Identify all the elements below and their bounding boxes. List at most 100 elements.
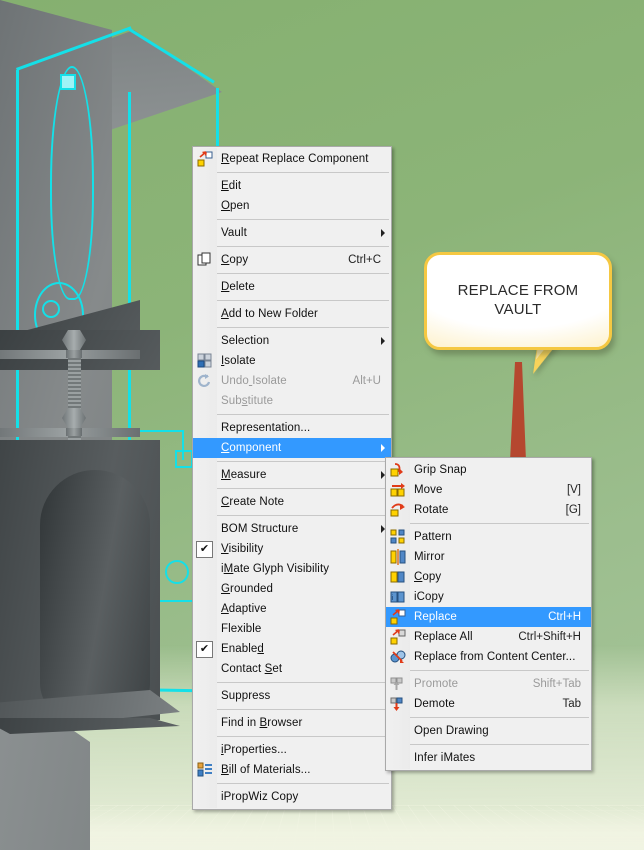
ctx-item-component[interactable]: Component	[193, 438, 391, 458]
context-menu-items: Repeat Replace Component Edit Open Vault Cop…	[193, 149, 391, 807]
ctx-label-iproperties: iProperties...	[221, 744, 287, 756]
sub-item-infer-imates[interactable]: Infer iMates	[386, 748, 591, 768]
isolate-icon	[197, 353, 213, 369]
bolt-nut-1	[66, 350, 82, 358]
sub-label-move: Move	[414, 484, 443, 496]
ctx-label-suppress: Suppress	[221, 690, 271, 702]
menu-separator	[195, 273, 389, 274]
copy-icon	[197, 252, 213, 268]
sub-item-rotate[interactable]: Rotate [G]	[386, 500, 591, 520]
replace-icon	[197, 151, 213, 167]
sub-item-open-drawing[interactable]: Open Drawing	[386, 721, 591, 741]
component-submenu[interactable]: Grip Snap Move [V] Rotate [G] Pattern Mirror Co…	[385, 457, 592, 771]
sub-accel-replace: Ctrl+H	[548, 611, 581, 623]
sub-item-replace-all[interactable]: Replace All Ctrl+Shift+H	[386, 627, 591, 647]
checkbox-enabled[interactable]: ✔	[196, 641, 213, 658]
ctx-item-delete[interactable]: Delete	[193, 277, 391, 297]
undo-isolate-icon	[197, 373, 213, 389]
sub-label-replace-from-content-center: Replace from Content Center...	[414, 651, 576, 663]
ctx-item-repeat-replace-component[interactable]: Repeat Replace Component	[193, 149, 391, 169]
ctx-item-add-to-new-folder[interactable]: Add to New Folder	[193, 304, 391, 324]
ctx-item-ipropwiz-copy[interactable]: iPropWiz Copy	[193, 787, 391, 807]
ctx-label-add-to-new-folder: Add to New Folder	[221, 308, 318, 320]
ctx-label-component: Component	[221, 442, 282, 454]
menu-separator	[195, 246, 389, 247]
ctx-label-adaptive: Adaptive	[221, 603, 267, 615]
checkbox-visibility[interactable]: ✔	[196, 541, 213, 558]
sub-label-promote: Promote	[414, 678, 459, 690]
ctx-item-measure[interactable]: Measure	[193, 465, 391, 485]
sub-label-icopy: iCopy	[414, 591, 444, 603]
context-menu[interactable]: Repeat Replace Component Edit Open Vault Cop…	[192, 146, 392, 810]
sub-item-grip-snap[interactable]: Grip Snap	[386, 460, 591, 480]
menu-separator	[388, 523, 589, 524]
move-icon	[390, 482, 406, 498]
ctx-label-flexible: Flexible	[221, 623, 262, 635]
ctx-item-adaptive[interactable]: Adaptive	[193, 599, 391, 619]
ctx-item-grounded[interactable]: Grounded	[193, 579, 391, 599]
sub-accel-promote: Shift+Tab	[532, 678, 581, 690]
ctx-accel-undo-isolate: Alt+U	[352, 375, 381, 387]
ctx-item-bom-structure[interactable]: BOM Structure	[193, 519, 391, 539]
callout-line-2: VAULT	[494, 301, 542, 318]
ctx-label-measure: Measure	[221, 469, 267, 481]
menu-separator	[195, 300, 389, 301]
menu-separator	[195, 414, 389, 415]
menu-separator	[195, 736, 389, 737]
sub-item-mirror[interactable]: Mirror	[386, 547, 591, 567]
sub-label-replace: Replace	[414, 611, 457, 623]
sub-item-move[interactable]: Move [V]	[386, 480, 591, 500]
sub-item-icopy[interactable]: i iCopy	[386, 587, 591, 607]
ctx-item-imate-glyph-visibility[interactable]: iMate Glyph Visibility	[193, 559, 391, 579]
sub-label-demote: Demote	[414, 698, 455, 710]
ctx-item-bill-of-materials[interactable]: Bill of Materials...	[193, 760, 391, 780]
replace-icon	[390, 609, 406, 625]
wire-circle-2	[165, 560, 189, 584]
ctx-item-open[interactable]: Open	[193, 196, 391, 216]
ctx-item-selection[interactable]: Selection	[193, 331, 391, 351]
menu-separator	[195, 488, 389, 489]
chevron-right-icon	[381, 229, 385, 237]
ctx-label-ipropwiz-copy: iPropWiz Copy	[221, 791, 299, 803]
promote-icon	[390, 676, 406, 692]
wire-fitting	[60, 74, 76, 90]
ctx-item-visibility[interactable]: ✔ Visibility	[193, 539, 391, 559]
sub-label-open-drawing: Open Drawing	[414, 725, 489, 737]
rotate-icon	[390, 502, 406, 518]
ctx-accel-copy: Ctrl+C	[348, 254, 381, 266]
chevron-right-icon	[381, 444, 385, 452]
wire-loop-upper	[50, 66, 94, 300]
sub-item-replace[interactable]: Replace Ctrl+H	[386, 607, 591, 627]
ctx-item-representation[interactable]: Representation...	[193, 418, 391, 438]
ctx-label-copy: Copy	[221, 254, 249, 266]
ctx-label-delete: Delete	[221, 281, 255, 293]
demote-icon	[390, 696, 406, 712]
ctx-label-bom-structure: BOM Structure	[221, 523, 299, 535]
machine-drum	[40, 470, 150, 720]
sub-item-pattern[interactable]: Pattern	[386, 527, 591, 547]
ctx-item-flexible[interactable]: Flexible	[193, 619, 391, 639]
ctx-item-enabled[interactable]: ✔ Enabled	[193, 639, 391, 659]
ctx-item-isolate[interactable]: Isolate	[193, 351, 391, 371]
sub-item-copy[interactable]: Copy	[386, 567, 591, 587]
ctx-label-bill-of-materials: Bill of Materials...	[221, 764, 311, 776]
ctx-item-copy[interactable]: Copy Ctrl+C	[193, 250, 391, 270]
sub-item-replace-from-content-center[interactable]: Replace from Content Center...	[386, 647, 591, 667]
sub-item-demote[interactable]: Demote Tab	[386, 694, 591, 714]
bolt-nut-2	[66, 428, 82, 436]
ctx-item-vault[interactable]: Vault	[193, 223, 391, 243]
screenshot-stage: REPLACE FROM VAULT Repeat Replace Compon…	[0, 0, 644, 850]
ctx-item-suppress[interactable]: Suppress	[193, 686, 391, 706]
ctx-label-isolate: Isolate	[221, 355, 256, 367]
ctx-item-contact-set[interactable]: Contact Set	[193, 659, 391, 679]
ctx-item-find-in-browser[interactable]: Find in Browser	[193, 713, 391, 733]
sub-label-pattern: Pattern	[414, 531, 452, 543]
sub-label-replace-all: Replace All	[414, 631, 473, 643]
menu-separator	[195, 783, 389, 784]
ctx-item-iproperties[interactable]: iProperties...	[193, 740, 391, 760]
bolt-thread-1	[68, 358, 81, 412]
ctx-item-create-note[interactable]: Create Note	[193, 492, 391, 512]
chevron-right-icon	[381, 337, 385, 345]
copy-component-icon	[390, 569, 406, 585]
ctx-item-edit[interactable]: Edit	[193, 176, 391, 196]
